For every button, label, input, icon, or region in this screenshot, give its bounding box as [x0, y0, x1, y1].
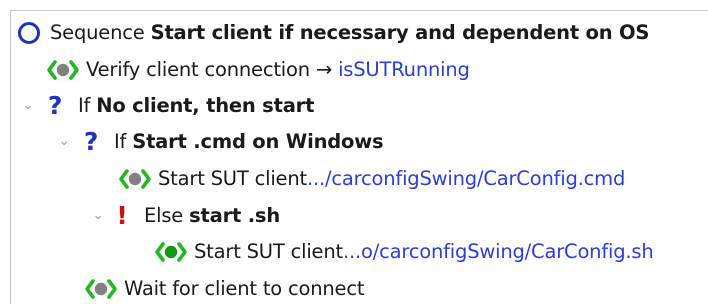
question-mark-icon: ? [83, 127, 99, 156]
question-mark-icon: ? [47, 91, 63, 120]
tree-node-wait-for-client[interactable]: Wait for client to connect [84, 270, 365, 307]
procedure-call-icon [118, 167, 152, 191]
tree-node-start-sut-cmd[interactable]: Start SUT client .../carconfigSwing/CarC… [118, 160, 625, 197]
node-title: start .sh [189, 204, 281, 227]
node-prefix: Sequence [50, 21, 145, 44]
tree-node-else-start-sh[interactable]: ⌄ ! Else start .sh [90, 197, 281, 234]
chevron-down-icon[interactable]: ⌄ [20, 98, 36, 113]
exclamation-icon: ! [116, 201, 128, 230]
tree-node-if-no-client[interactable]: ⌄ ? If No client, then start [20, 87, 315, 124]
tree-node-verify-client[interactable]: Verify client connection → isSUTRunning [46, 51, 470, 88]
sequence-circle-icon [18, 21, 40, 44]
tree-node-start-sut-sh[interactable]: Start SUT client ...o/carconfigSwing/Car… [154, 233, 654, 270]
node-text: Wait for client to connect [124, 277, 365, 300]
procedure-call-icon [154, 240, 188, 264]
chevron-down-icon[interactable]: ⌄ [90, 208, 106, 223]
node-title: Start .cmd on Windows [132, 130, 384, 153]
node-prefix: If [78, 94, 91, 117]
procedure-link[interactable]: ...o/carconfigSwing/CarConfig.sh [343, 240, 654, 263]
procedure-call-icon [46, 58, 80, 82]
node-prefix: If [114, 130, 127, 153]
procedure-link[interactable]: .../carconfigSwing/CarConfig.cmd [307, 167, 625, 190]
procedure-call-icon [84, 277, 118, 301]
chevron-down-icon[interactable]: ⌄ [56, 134, 72, 149]
node-prefix: Else [144, 204, 184, 227]
node-text: Verify client connection [86, 58, 310, 81]
procedure-link[interactable]: isSUTRunning [338, 58, 470, 81]
tree-node-if-start-cmd[interactable]: ⌄ ? If Start .cmd on Windows [56, 123, 384, 160]
node-text: Start SUT client [158, 167, 307, 190]
node-title: Start client if necessary and dependent … [150, 21, 650, 44]
node-text: Start SUT client [194, 240, 343, 263]
tree-node-sequence[interactable]: Sequence Start client if necessary and d… [18, 14, 649, 51]
node-title: No client, then start [96, 94, 315, 117]
arrow-icon: → [315, 58, 333, 81]
